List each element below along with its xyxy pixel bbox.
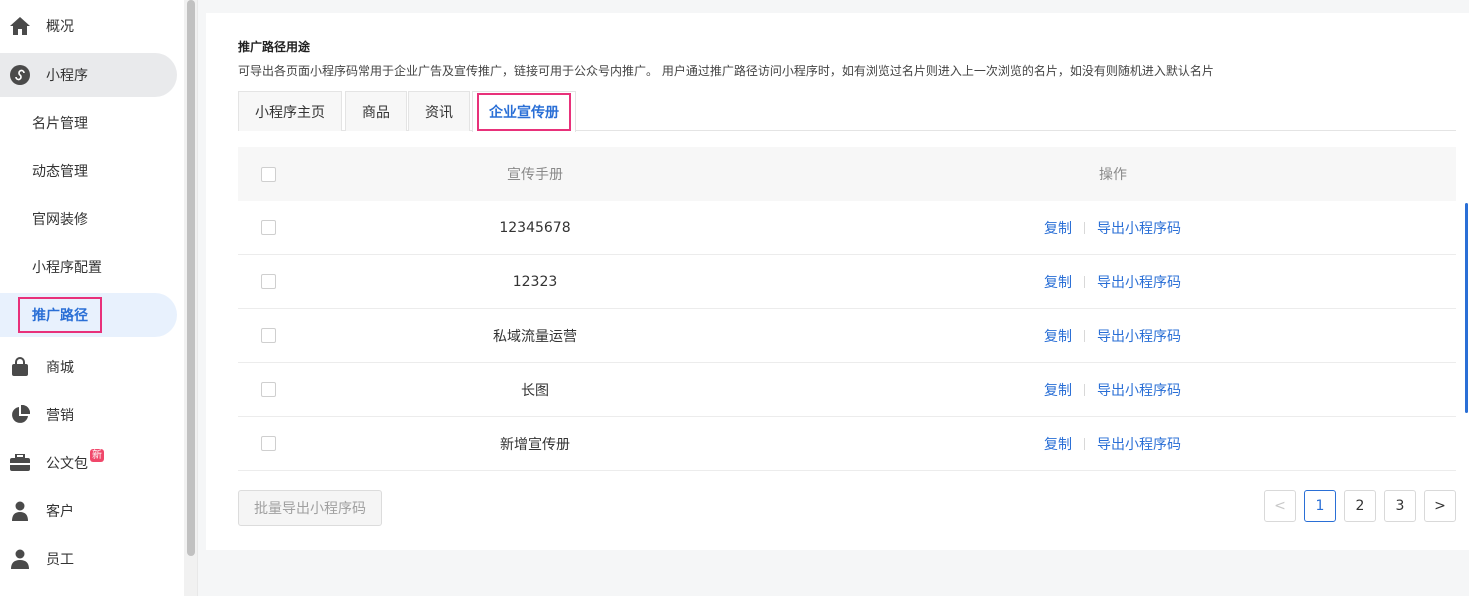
copy-link[interactable]: 复制 (1044, 326, 1072, 346)
pie-chart-icon (9, 404, 31, 426)
row-checkbox[interactable] (261, 436, 276, 451)
row-checkbox[interactable] (261, 220, 276, 235)
row-operations: 复制 导出小程序码 (1044, 272, 1181, 292)
sidebar-item-staff[interactable]: 员工 (0, 537, 184, 581)
sidebar-item-promotion-path[interactable]: 推广路径 (0, 293, 177, 337)
row-checkbox[interactable] (261, 328, 276, 343)
sidebar-item-card-management[interactable]: 名片管理 (0, 101, 184, 145)
tab-brochure[interactable]: 企业宣传册 (472, 91, 576, 132)
divider (1084, 383, 1085, 396)
customer-icon (9, 500, 31, 522)
sidebar-item-label: 概况 (46, 19, 74, 35)
divider (1084, 275, 1085, 288)
brochure-table: 宣传手册 操作 12345678 复制 导出小程序码 12323 复制 导出小程… (238, 147, 1456, 471)
row-checkbox[interactable] (261, 382, 276, 397)
row-operations: 复制 导出小程序码 (1044, 380, 1181, 400)
home-icon (9, 15, 31, 37)
tab-news[interactable]: 资讯 (408, 91, 470, 131)
row-operations: 复制 导出小程序码 (1044, 326, 1181, 346)
sidebar-item-label: 动态管理 (32, 164, 88, 180)
sidebar-item-website-decoration[interactable]: 官网装修 (0, 197, 184, 241)
sidebar-item-overview[interactable]: 概况 (0, 4, 184, 48)
export-qrcode-link[interactable]: 导出小程序码 (1097, 434, 1181, 454)
user-icon (9, 548, 31, 570)
divider (1084, 329, 1085, 342)
sidebar-item-mini-program[interactable]: 小程序 (0, 53, 177, 97)
next-page-button[interactable]: > (1424, 490, 1456, 522)
brochure-name: 私域流量运营 (493, 328, 577, 345)
row-checkbox[interactable] (261, 274, 276, 289)
sidebar-item-label: 营销 (46, 408, 74, 424)
briefcase-icon (9, 452, 31, 474)
mini-program-icon (9, 64, 31, 86)
tab-label: 商品 (362, 104, 390, 121)
export-qrcode-link[interactable]: 导出小程序码 (1097, 272, 1181, 292)
sidebar-item-mini-program-config[interactable]: 小程序配置 (0, 245, 184, 289)
top-strip (206, 0, 1469, 13)
column-header-operation: 操作 (1099, 167, 1127, 183)
page-button-2[interactable]: 2 (1344, 490, 1376, 522)
divider (1084, 437, 1085, 450)
page-button-3[interactable]: 3 (1384, 490, 1416, 522)
row-operations: 复制 导出小程序码 (1044, 434, 1181, 454)
sidebar: 概况 小程序 名片管理 动态管理 官网装修 小程序配置 推广路径 商城 营销 公… (0, 0, 184, 596)
sidebar-item-marketing[interactable]: 营销 (0, 393, 184, 437)
content-scrollbar[interactable] (1465, 203, 1468, 413)
table-row: 长图 复制 导出小程序码 (238, 363, 1456, 417)
tab-bar: 小程序主页 商品 资讯 企业宣传册 (238, 91, 1456, 132)
sidebar-item-label: 公文包 (46, 456, 88, 472)
table-header: 宣传手册 操作 (238, 147, 1456, 201)
table-row: 12345678 复制 导出小程序码 (238, 201, 1456, 255)
copy-link[interactable]: 复制 (1044, 272, 1072, 292)
select-all-checkbox[interactable] (261, 166, 276, 182)
sidebar-item-label: 小程序配置 (32, 260, 102, 276)
brochure-name: 新增宣传册 (500, 436, 570, 453)
sidebar-item-label: 推广路径 (18, 297, 102, 333)
copy-link[interactable]: 复制 (1044, 434, 1072, 454)
divider (1084, 221, 1085, 234)
sidebar-item-label: 客户 (46, 504, 74, 520)
sidebar-item-mall[interactable]: 商城 (0, 345, 184, 389)
export-qrcode-link[interactable]: 导出小程序码 (1097, 218, 1181, 238)
brochure-name: 12345678 (499, 219, 571, 236)
shopping-bag-icon (9, 356, 31, 378)
column-header-brochure: 宣传手册 (507, 167, 563, 183)
table-row: 私域流量运营 复制 导出小程序码 (238, 309, 1456, 363)
export-qrcode-link[interactable]: 导出小程序码 (1097, 326, 1181, 346)
copy-link[interactable]: 复制 (1044, 218, 1072, 238)
row-operations: 复制 导出小程序码 (1044, 218, 1181, 238)
sidebar-item-label: 官网装修 (32, 212, 88, 228)
page-description: 可导出各页面小程序码常用于企业广告及宣传推广，链接可用于公众号内推广。 用户通过… (238, 64, 1214, 78)
table-row: 新增宣传册 复制 导出小程序码 (238, 417, 1456, 471)
batch-export-button[interactable]: 批量导出小程序码 (238, 490, 382, 526)
page-title: 推广路径用途 (238, 40, 311, 54)
tab-label: 资讯 (425, 104, 453, 121)
copy-link[interactable]: 复制 (1044, 380, 1072, 400)
export-qrcode-link[interactable]: 导出小程序码 (1097, 380, 1181, 400)
brochure-name: 12323 (512, 273, 558, 290)
sidebar-item-label: 员工 (46, 552, 74, 568)
brochure-name: 长图 (521, 382, 549, 399)
sidebar-item-label: 名片管理 (32, 116, 88, 132)
sidebar-item-briefcase[interactable]: 公文包 新 (0, 441, 184, 485)
table-row: 12323 复制 导出小程序码 (238, 255, 1456, 309)
sidebar-scrollbar-thumb[interactable] (187, 0, 195, 556)
sidebar-item-label: 小程序 (46, 68, 88, 84)
sidebar-item-customer[interactable]: 客户 (0, 489, 184, 533)
sidebar-item-label: 商城 (46, 360, 74, 376)
tab-label: 企业宣传册 (477, 93, 571, 131)
main-card: 推广路径用途 可导出各页面小程序码常用于企业广告及宣传推广，链接可用于公众号内推… (206, 13, 1469, 550)
sidebar-item-dynamic-management[interactable]: 动态管理 (0, 149, 184, 193)
new-badge: 新 (90, 448, 104, 462)
tab-label: 小程序主页 (255, 104, 325, 121)
tab-products[interactable]: 商品 (345, 91, 407, 131)
tab-mini-program-home[interactable]: 小程序主页 (238, 91, 342, 131)
prev-page-button[interactable]: < (1264, 490, 1296, 522)
page-button-1[interactable]: 1 (1304, 490, 1336, 522)
